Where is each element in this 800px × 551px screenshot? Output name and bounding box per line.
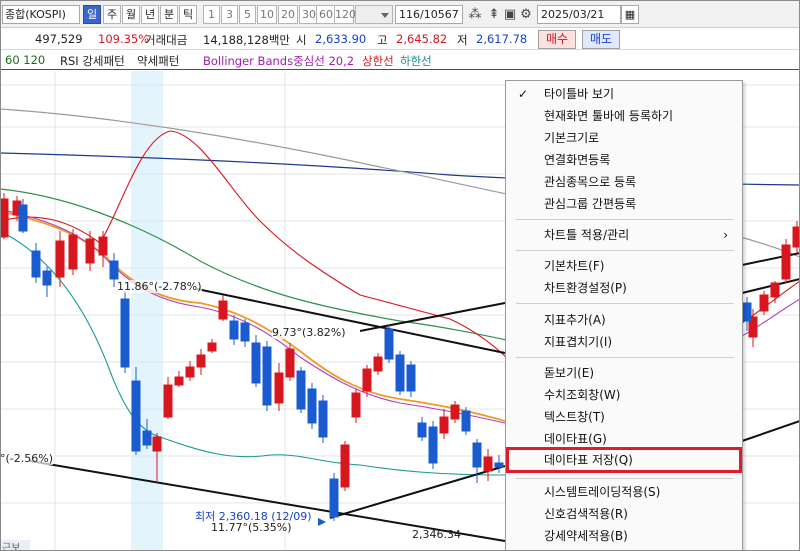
menu-separator (516, 478, 734, 479)
data-count-total: /10567 (420, 8, 459, 21)
sell-button[interactable]: 매도 (582, 30, 620, 49)
buy-button[interactable]: 매수 (538, 30, 576, 49)
trendline-angle-label-2: 9.73°(3.82%) (272, 326, 346, 339)
rsi-strong-legend: RSI 강세패턴 (60, 54, 125, 68)
upper-band-legend: 상한선 (362, 54, 394, 68)
checkmark-icon: ✓ (518, 87, 529, 101)
period-year-button[interactable]: 년 (141, 5, 159, 24)
open-label: 시 (296, 33, 307, 47)
chevron-down-icon (381, 13, 389, 18)
menu-item-system-trading[interactable]: 시스템트레이딩적용(S) (506, 481, 742, 503)
calendar-icon[interactable]: ▦ (621, 5, 639, 24)
high-label: 고 (377, 33, 388, 47)
level-label: 2,346.34 (412, 528, 461, 541)
menu-item-link-screen[interactable]: 연결화면등록 (506, 149, 742, 171)
menu-item-default-size[interactable]: 기본크기로 (506, 127, 742, 149)
period-day-button[interactable]: 일 (83, 5, 101, 24)
menu-item-signal-search[interactable]: 신호검색적용(R) (506, 503, 742, 525)
high-value: 2,645.82 (396, 32, 448, 46)
menu-item-overlay-indicator[interactable]: 지표겹치기(I) (506, 331, 742, 353)
menu-item-quick-group[interactable]: 관심그룹 간편등록 (506, 193, 742, 215)
rsi-weak-legend: 약세패턴 (137, 54, 180, 68)
crosshair-icon[interactable]: ⁂ (466, 5, 484, 24)
context-menu: ✓ 타이틀바 보기 현재화면 툴바에 등록하기 기본크기로 연결화면등록 관심종목… (505, 80, 743, 551)
volume-label: 거래대금 (145, 33, 188, 47)
chart-settings-icon[interactable]: ⇞ (485, 5, 503, 24)
chevron-right-icon: › (723, 228, 728, 242)
save-icon[interactable]: ▣ (502, 5, 518, 24)
trendline-angle-label-1: 11.86°(-2.78%) (117, 280, 202, 293)
menu-item-text-window[interactable]: 텍스트창(T) (506, 406, 742, 428)
trendline-angle-label-3: °(-2.56%) (0, 452, 53, 465)
bollinger-legend: Bollinger Bands중심선 20,2 (203, 54, 355, 68)
gear-icon[interactable]: ⚙ (518, 5, 534, 24)
ma-legend: 60 120 (5, 53, 46, 67)
data-count-field[interactable]: 116/10567 (395, 5, 463, 24)
menu-item-strength-weakness[interactable]: 강세약세적용(B) (506, 525, 742, 547)
date-field[interactable]: 2025/03/21 (537, 5, 621, 24)
low-value: 2,617.78 (476, 32, 528, 46)
period-week-button[interactable]: 주 (103, 5, 121, 24)
volume-value: 14,188,128백만 (203, 33, 291, 47)
menu-item-add-watchlist[interactable]: 관심종목으로 등록 (506, 171, 742, 193)
period-minute-button[interactable]: 분 (160, 5, 178, 24)
menu-separator (516, 357, 734, 358)
menu-item-label: 타이틀바 보기 (544, 87, 615, 101)
interval-120-button[interactable]: 120 (334, 5, 356, 24)
quote-price: 497,529 (35, 32, 83, 46)
menu-separator (516, 250, 734, 251)
bottom-tab-label[interactable]: 근보 (2, 539, 20, 551)
interval-5-button[interactable]: 5 (239, 5, 256, 24)
interval-dropdown[interactable] (355, 5, 393, 24)
chart-toolbar: 종합(KOSPI) 일 주 월 년 분 틱 1 3 5 10 20 30 60 … (0, 0, 800, 28)
indicator-legend: 60 120 RSI 강세패턴 약세패턴 Bollinger Bands중심선 … (0, 50, 800, 70)
menu-item-label: 차트틀 적용/관리 (544, 228, 630, 242)
menu-item-show-titlebar[interactable]: ✓ 타이틀바 보기 (506, 83, 742, 105)
menu-item-magnifier[interactable]: 돋보기(E) (506, 362, 742, 384)
interval-10-button[interactable]: 10 (257, 5, 277, 24)
interval-20-button[interactable]: 20 (278, 5, 298, 24)
lower-band-legend: 하한선 (400, 54, 432, 68)
trendline-angle-label-4: 11.77°(5.35%) (211, 521, 292, 534)
open-value: 2,633.90 (315, 32, 367, 46)
menu-item-save-data-table[interactable]: 데이타표 저장(Q) (506, 447, 742, 473)
interval-1-button[interactable]: 1 (203, 5, 220, 24)
low-label: 저 (457, 33, 468, 47)
symbol-field[interactable]: 종합(KOSPI) (2, 5, 80, 24)
quote-change-pct: 109.35% (98, 32, 150, 46)
period-tick-button[interactable]: 틱 (179, 5, 197, 24)
menu-item-chart-settings[interactable]: 차트환경설정(P) (506, 277, 742, 299)
menu-separator (516, 303, 734, 304)
menu-item-chart-frame[interactable]: 차트틀 적용/관리 › (506, 224, 742, 246)
interval-3-button[interactable]: 3 (221, 5, 238, 24)
menu-separator (516, 219, 734, 220)
menu-item-register-toolbar[interactable]: 현재화면 툴바에 등록하기 (506, 105, 742, 127)
quote-bar: 497,529 109.35% 거래대금 14,188,128백만 시 2,63… (0, 28, 800, 50)
menu-item-value-window[interactable]: 수치조회창(W) (506, 384, 742, 406)
period-month-button[interactable]: 월 (122, 5, 140, 24)
menu-item-data-table[interactable]: 데이타표(G) (506, 428, 742, 450)
interval-60-button[interactable]: 60 (316, 5, 336, 24)
menu-item-add-indicator[interactable]: 지표추가(A) (506, 309, 742, 331)
low-arrow-icon (318, 518, 326, 526)
menu-item-basic-chart[interactable]: 기본차트(F) (506, 255, 742, 277)
